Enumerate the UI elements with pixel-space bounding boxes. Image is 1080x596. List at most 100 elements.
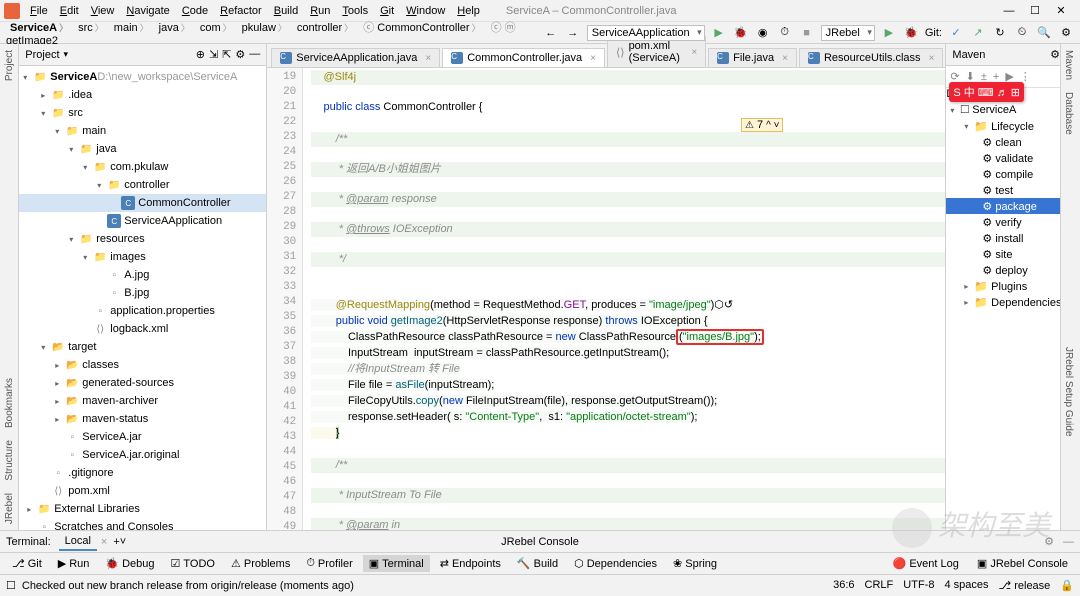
toolwin-run[interactable]: ▶Run bbox=[52, 555, 96, 572]
toolwin-problems[interactable]: ⚠Problems bbox=[225, 555, 296, 572]
select-opened-icon[interactable]: ⊕ bbox=[196, 48, 205, 61]
editor-tab[interactable]: CResourceUtils.class× bbox=[799, 48, 943, 67]
editor-tab[interactable]: ⟨⟩pom.xml (ServiceA)× bbox=[607, 36, 706, 67]
ime-toolbar[interactable]: S 中 ⌨ ♬ ⊞ bbox=[949, 82, 1024, 102]
breadcrumb[interactable]: src bbox=[74, 21, 108, 35]
toolwin-endpoints[interactable]: ⇄Endpoints bbox=[434, 555, 507, 572]
tree-row[interactable]: ▫application.properties bbox=[19, 302, 266, 320]
status-encoding[interactable]: UTF-8 bbox=[903, 579, 934, 592]
menu-edit[interactable]: Edit bbox=[54, 3, 85, 19]
toolwin-build[interactable]: 🔨Build bbox=[511, 555, 564, 572]
editor-tab[interactable]: CCommonController.java× bbox=[442, 48, 605, 67]
menu-view[interactable]: View bbox=[85, 3, 121, 19]
tree-row[interactable]: ▸📂maven-status bbox=[19, 410, 266, 428]
debug-icon[interactable]: 🐞 bbox=[733, 25, 749, 41]
tree-root[interactable]: ▾📁ServiceA D:\new_workspace\ServiceA bbox=[19, 68, 266, 86]
settings-icon[interactable]: ⚙ bbox=[235, 48, 245, 61]
search-icon[interactable]: 🔍 bbox=[1036, 25, 1052, 41]
expand-icon[interactable]: ⇲ bbox=[209, 48, 218, 61]
menu-file[interactable]: File bbox=[24, 3, 54, 19]
editor-tab[interactable]: CServiceAApplication.java× bbox=[271, 48, 440, 67]
toolwin-profiler[interactable]: ⏱Profiler bbox=[300, 555, 358, 572]
tab-jrebel-guide[interactable]: JRebel Setup Guide bbox=[1061, 341, 1076, 443]
status-eol[interactable]: CRLF bbox=[865, 579, 894, 592]
minimize-icon[interactable]: — bbox=[1002, 4, 1016, 18]
toolwin-terminal[interactable]: ▣Terminal bbox=[363, 555, 430, 572]
close-tab-icon[interactable]: × bbox=[929, 53, 935, 64]
breadcrumb[interactable]: ServiceA bbox=[6, 21, 72, 35]
toolwin-spring[interactable]: ❀Spring bbox=[667, 555, 723, 572]
terminal-hide-icon[interactable]: — bbox=[1063, 536, 1074, 548]
status-icon[interactable]: ☐ bbox=[6, 579, 16, 592]
inspection-badge[interactable]: ⚠ 7 ^ ˅ bbox=[741, 118, 783, 132]
coverage-icon[interactable]: ◉ bbox=[755, 25, 771, 41]
close-tab-icon[interactable]: × bbox=[782, 53, 788, 64]
tab-jrebel[interactable]: JRebel bbox=[2, 487, 17, 530]
toolwin-todo[interactable]: ☑TODO bbox=[165, 555, 221, 572]
tree-row[interactable]: ▾📁java bbox=[19, 140, 266, 158]
jrebel-debug-icon[interactable]: 🐞 bbox=[903, 25, 919, 41]
tree-row[interactable]: ▾📂target bbox=[19, 338, 266, 356]
tab-bookmarks[interactable]: Bookmarks bbox=[2, 372, 17, 434]
menu-help[interactable]: Help bbox=[451, 3, 486, 19]
tab-structure[interactable]: Structure bbox=[2, 434, 17, 487]
menu-code[interactable]: Code bbox=[176, 3, 214, 19]
download-icon[interactable]: ± bbox=[981, 71, 987, 83]
status-branch[interactable]: ⎇ release bbox=[998, 579, 1050, 592]
forward-icon[interactable]: → bbox=[565, 25, 581, 41]
settings-icon[interactable]: ⚙ bbox=[1058, 25, 1074, 41]
tree-row[interactable]: ▫B.jpg bbox=[19, 284, 266, 302]
collapse-icon[interactable]: ⇱ bbox=[222, 48, 231, 61]
menu-run[interactable]: Run bbox=[304, 3, 336, 19]
breadcrumb[interactable]: ⓒ CommonController bbox=[359, 21, 484, 35]
tab-project[interactable]: Project bbox=[2, 44, 17, 87]
git-pull-icon[interactable]: ✓ bbox=[948, 25, 964, 41]
tree-row[interactable]: ⟨⟩logback.xml bbox=[19, 320, 266, 338]
menu-build[interactable]: Build bbox=[268, 3, 304, 19]
menu-git[interactable]: Git bbox=[374, 3, 400, 19]
toolwin-dependencies[interactable]: ⬡Dependencies bbox=[568, 555, 663, 572]
tree-row[interactable]: CServiceAApplication bbox=[19, 212, 266, 230]
maximize-icon[interactable]: ☐ bbox=[1028, 4, 1042, 18]
menu-refactor[interactable]: Refactor bbox=[214, 3, 268, 19]
add-icon[interactable]: + bbox=[993, 71, 999, 83]
breadcrumb[interactable]: com bbox=[196, 21, 236, 35]
git-push-icon[interactable]: ↗ bbox=[970, 25, 986, 41]
terminal-tab-local[interactable]: Local bbox=[59, 533, 97, 551]
terminal-tab-close-icon[interactable]: × bbox=[101, 536, 107, 548]
git-history-icon[interactable]: ⏲ bbox=[1014, 25, 1030, 41]
run-icon[interactable]: ▶ bbox=[711, 25, 727, 41]
tree-row[interactable]: ▾📁src bbox=[19, 104, 266, 122]
tree-row[interactable]: ▸📁.idea bbox=[19, 86, 266, 104]
tab-maven[interactable]: Maven bbox=[1061, 44, 1076, 86]
tree-row[interactable]: ▾📁main bbox=[19, 122, 266, 140]
tree-row[interactable]: ▾📁images bbox=[19, 248, 266, 266]
menu-window[interactable]: Window bbox=[400, 3, 451, 19]
breadcrumb[interactable]: controller bbox=[293, 21, 357, 35]
tree-row[interactable]: ▾📁resources bbox=[19, 230, 266, 248]
menu-tools[interactable]: Tools bbox=[336, 3, 374, 19]
code-editor[interactable]: @Slf4j public class CommonController { /… bbox=[303, 68, 945, 530]
tree-row[interactable]: ▾📁com.pkulaw bbox=[19, 158, 266, 176]
back-icon[interactable]: ← bbox=[543, 25, 559, 41]
tree-row[interactable]: ▫ServiceA.jar.original bbox=[19, 446, 266, 464]
editor-tab[interactable]: CFile.java× bbox=[708, 48, 797, 67]
tree-row[interactable]: ⟨⟩pom.xml bbox=[19, 482, 266, 500]
terminal-dropdown-icon[interactable]: ˅ bbox=[120, 536, 126, 548]
jrebel-combo[interactable]: JRebel bbox=[821, 25, 875, 41]
project-tree[interactable]: ▾📁ServiceA D:\new_workspace\ServiceA▸📁.i… bbox=[19, 66, 266, 530]
tree-row[interactable]: ▸📂maven-archiver bbox=[19, 392, 266, 410]
toolwin-git[interactable]: ⎇Git bbox=[6, 555, 48, 572]
close-tab-icon[interactable]: × bbox=[691, 47, 697, 58]
close-tab-icon[interactable]: × bbox=[425, 53, 431, 64]
menu-navigate[interactable]: Navigate bbox=[120, 3, 175, 19]
status-lock-icon[interactable]: 🔒 bbox=[1060, 579, 1074, 592]
stop-icon[interactable]: ■ bbox=[799, 25, 815, 41]
tree-row[interactable]: ▫A.jpg bbox=[19, 266, 266, 284]
tree-row[interactable]: ▸📁External Libraries bbox=[19, 500, 266, 518]
tree-row[interactable]: ▸📂generated-sources bbox=[19, 374, 266, 392]
tree-row[interactable]: ▫ServiceA.jar bbox=[19, 428, 266, 446]
breadcrumb[interactable]: pkulaw bbox=[238, 21, 291, 35]
tree-row[interactable]: ▸📂classes bbox=[19, 356, 266, 374]
run-config-combo[interactable]: ServiceAApplication bbox=[587, 25, 705, 41]
